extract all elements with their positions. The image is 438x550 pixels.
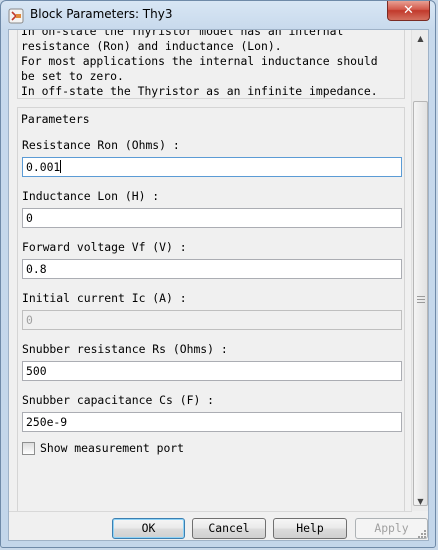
rs-label: Snubber resistance Rs (Ohms) :: [22, 342, 228, 356]
resize-grip-icon[interactable]: [417, 529, 427, 539]
show-measurement-label[interactable]: Show measurement port: [40, 441, 184, 455]
help-button[interactable]: Help: [273, 518, 347, 539]
ic-label: Initial current Ic (A) :: [22, 291, 187, 305]
lon-label: Inductance Lon (H) :: [22, 189, 160, 203]
dialog-client: In on-state the Thyristor model has an i…: [8, 29, 429, 541]
vf-label: Forward voltage Vf (V) :: [22, 240, 187, 254]
vertical-scrollbar[interactable]: ▲ ▼: [411, 30, 428, 511]
cancel-button[interactable]: Cancel: [192, 518, 266, 539]
scroll-up-icon[interactable]: ▲: [413, 31, 428, 47]
block-parameters-icon: [8, 8, 24, 24]
vf-input[interactable]: 0.8: [22, 259, 402, 279]
close-button[interactable]: ✕: [387, 1, 430, 21]
show-measurement-checkbox[interactable]: [22, 442, 35, 455]
block-description: In on-state the Thyristor model has an i…: [17, 30, 405, 99]
dialog-window: Block Parameters: Thy3 ✕ In on-state the…: [0, 0, 436, 548]
scrollbar-thumb[interactable]: [413, 101, 428, 506]
description-line: resistance (Ron) and inductance (Lon).: [21, 39, 282, 53]
description-line: In off-state the Thyristor as an infinit…: [21, 84, 378, 98]
divider: [9, 511, 412, 512]
window-title: Block Parameters: Thy3: [30, 7, 173, 21]
close-icon: ✕: [403, 3, 414, 18]
description-line: In on-state the Thyristor model has an i…: [21, 30, 344, 38]
ok-button[interactable]: OK: [112, 518, 185, 539]
rs-input[interactable]: 500: [22, 361, 402, 381]
description-line: For most applications the internal induc…: [21, 54, 378, 68]
description-line: be set to zero.: [21, 69, 124, 83]
parameters-legend: Parameters: [21, 112, 90, 126]
text-caret: [60, 160, 62, 173]
title-bar[interactable]: Block Parameters: Thy3 ✕: [1, 1, 435, 29]
parameters-scroll-area: In on-state the Thyristor model has an i…: [9, 30, 412, 511]
ic-input: 0: [22, 310, 402, 330]
ron-value: 0.001: [26, 160, 61, 174]
grip-line: [417, 296, 425, 297]
ron-input[interactable]: 0.001: [22, 157, 402, 177]
ron-label: Resistance Ron (Ohms) :: [22, 138, 180, 152]
grip-line: [417, 299, 425, 300]
grip-line: [417, 302, 425, 303]
cs-label: Snubber capacitance Cs (F) :: [22, 393, 215, 407]
scroll-down-icon[interactable]: ▼: [413, 494, 428, 510]
lon-input[interactable]: 0: [22, 208, 402, 228]
cs-input[interactable]: 250e-9: [22, 412, 402, 432]
